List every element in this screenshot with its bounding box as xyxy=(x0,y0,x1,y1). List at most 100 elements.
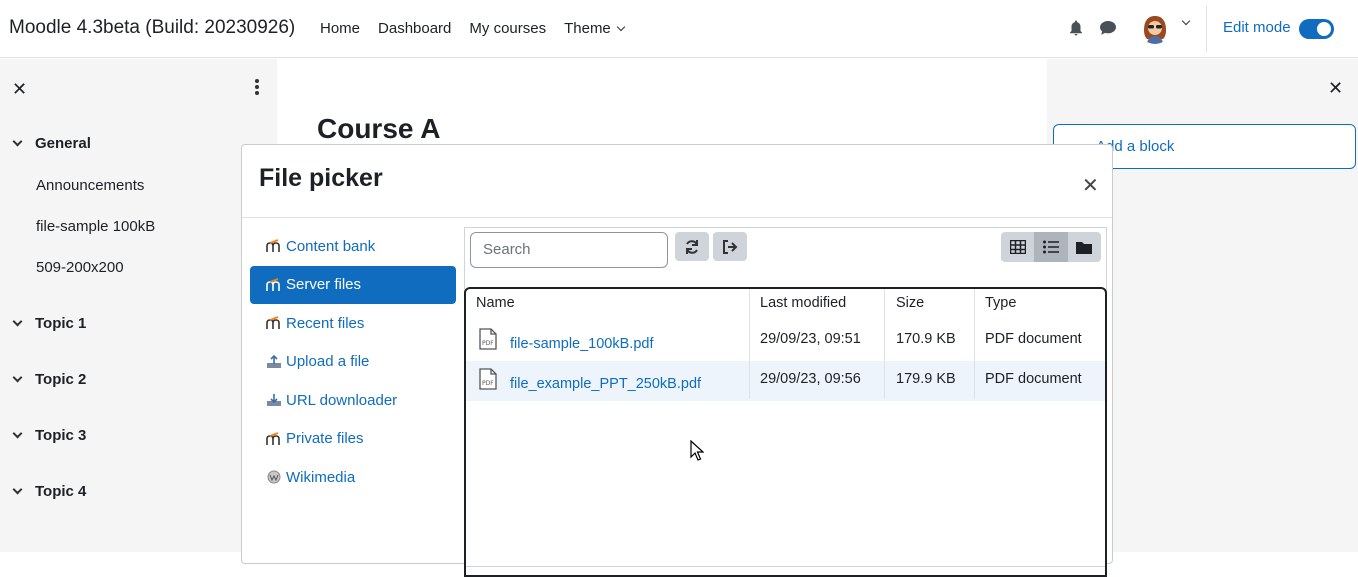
repo-label: URL downloader xyxy=(286,391,398,409)
column-header-type[interactable]: Type xyxy=(985,295,1016,311)
top-navbar: Moodle 4.3beta (Build: 20230926) Home Da… xyxy=(0,0,1358,58)
folder-icon xyxy=(1076,242,1093,254)
repo-label: Private files xyxy=(286,430,364,448)
section-topic-1[interactable]: Topic 1 xyxy=(12,315,86,332)
close-icon[interactable]: ✕ xyxy=(1082,173,1099,198)
repo-private-files[interactable]: Private files xyxy=(250,420,456,459)
table-row[interactable]: PDF file_example_PPT_250kB.pdf 29/09/23,… xyxy=(466,361,1105,401)
chevron-down-icon[interactable] xyxy=(12,372,23,383)
user-avatar[interactable] xyxy=(1139,12,1171,44)
section-general[interactable]: General xyxy=(12,135,91,152)
chevron-down-icon xyxy=(616,22,626,31)
course-index-drawer: ✕ General Announcements file-sample 100k… xyxy=(0,59,277,552)
repo-server-files[interactable]: Server files xyxy=(250,265,456,304)
file-name-link[interactable]: file_example_PPT_250kB.pdf xyxy=(510,376,701,392)
repo-label: Content bank xyxy=(286,237,376,255)
section-topic-2[interactable]: Topic 2 xyxy=(12,371,86,388)
moodle-icon xyxy=(266,239,280,253)
repo-wikimedia[interactable]: Wikimedia xyxy=(250,458,456,497)
activity-509-200x200[interactable]: 509-200x200 xyxy=(36,259,124,276)
upload-icon xyxy=(267,354,281,368)
activity-file-sample[interactable]: file-sample 100kB xyxy=(36,218,155,235)
close-icon[interactable]: ✕ xyxy=(1328,78,1343,99)
repo-content-bank[interactable]: Content bank xyxy=(250,227,456,266)
edit-mode-toggle[interactable] xyxy=(1299,19,1334,39)
bell-icon[interactable] xyxy=(1069,20,1083,36)
chevron-down-icon[interactable] xyxy=(1181,16,1191,26)
pdf-file-icon: PDF xyxy=(479,328,497,350)
column-header-name[interactable]: Name xyxy=(476,295,515,311)
repo-label: Server files xyxy=(286,276,362,294)
modal-title: File picker xyxy=(259,164,383,192)
table-row[interactable]: PDF file-sample_100kB.pdf 29/09/23, 09:5… xyxy=(466,321,1105,361)
file-modified: 29/09/23, 09:56 xyxy=(760,371,861,387)
file-picker-modal: File picker ✕ Content bank Server files … xyxy=(241,144,1113,577)
section-title: Topic 2 xyxy=(35,371,87,388)
repo-label: Wikimedia xyxy=(286,468,356,486)
repo-label: Recent files xyxy=(286,314,365,332)
pdf-file-icon: PDF xyxy=(479,368,497,390)
page-title: Course A xyxy=(317,113,441,144)
navbar-divider xyxy=(1206,6,1207,52)
tree-view-button[interactable] xyxy=(1068,232,1101,262)
section-title: Topic 1 xyxy=(35,315,87,332)
column-divider[interactable] xyxy=(749,289,750,399)
repo-recent-files[interactable]: Recent files xyxy=(250,304,456,343)
chevron-down-icon[interactable] xyxy=(12,136,23,147)
file-type: PDF document xyxy=(985,331,1082,347)
column-header-modified[interactable]: Last modified xyxy=(760,295,846,311)
mouse-cursor-icon xyxy=(690,440,704,461)
refresh-icon xyxy=(686,239,698,254)
file-size: 170.9 KB xyxy=(896,331,956,347)
file-modified: 29/09/23, 09:51 xyxy=(760,331,861,347)
primary-nav: Home Dashboard My courses Theme xyxy=(320,20,642,37)
site-brand[interactable]: Moodle 4.3beta (Build: 20230926) xyxy=(9,17,295,39)
section-title: General xyxy=(35,135,91,152)
column-header-size[interactable]: Size xyxy=(896,295,924,311)
search-input[interactable]: Search xyxy=(470,232,668,268)
icon-view-button[interactable] xyxy=(1001,232,1034,262)
edit-mode-label[interactable]: Edit mode xyxy=(1223,19,1291,36)
file-browser-panel: Search Name Last modified Size Type PDF xyxy=(464,227,1107,577)
divider xyxy=(242,217,1112,218)
nav-theme-label: Theme xyxy=(564,20,611,37)
activity-announcements[interactable]: Announcements xyxy=(36,177,144,194)
list-view-button[interactable] xyxy=(1034,232,1068,262)
section-topic-4[interactable]: Topic 4 xyxy=(12,483,86,500)
grid-icon xyxy=(1009,240,1026,254)
moodle-icon xyxy=(266,431,280,445)
refresh-button[interactable] xyxy=(675,232,709,261)
moodle-icon xyxy=(266,316,280,330)
section-title: Topic 4 xyxy=(35,483,87,500)
repo-url-downloader[interactable]: URL downloader xyxy=(250,381,456,420)
chat-icon[interactable] xyxy=(1099,20,1117,36)
file-type: PDF document xyxy=(985,371,1082,387)
chevron-down-icon[interactable] xyxy=(12,428,23,439)
list-icon xyxy=(1042,240,1059,254)
section-topic-3[interactable]: Topic 3 xyxy=(12,427,86,444)
download-icon xyxy=(267,394,281,407)
section-title: Topic 3 xyxy=(35,427,87,444)
moodle-icon xyxy=(266,277,280,291)
view-switcher xyxy=(1001,232,1101,262)
wikimedia-icon xyxy=(267,470,281,484)
nav-dashboard[interactable]: Dashboard xyxy=(378,20,451,37)
file-name-link[interactable]: file-sample_100kB.pdf xyxy=(510,336,653,352)
sign-out-icon xyxy=(723,239,738,254)
column-divider[interactable] xyxy=(884,289,885,399)
nav-my-courses[interactable]: My courses xyxy=(469,20,546,37)
file-size: 179.9 KB xyxy=(896,371,956,387)
kebab-menu-icon[interactable] xyxy=(255,79,259,97)
repo-label: Upload a file xyxy=(286,353,370,371)
nav-theme[interactable]: Theme xyxy=(564,20,626,37)
repository-list: Content bank Server files Recent files U… xyxy=(250,227,456,497)
svg-text:PDF: PDF xyxy=(482,380,494,387)
chevron-down-icon[interactable] xyxy=(12,316,23,327)
close-icon[interactable]: ✕ xyxy=(12,79,27,100)
file-table: Name Last modified Size Type PDF file-sa… xyxy=(464,287,1107,577)
logout-button[interactable] xyxy=(713,232,747,261)
chevron-down-icon[interactable] xyxy=(12,484,23,495)
column-divider[interactable] xyxy=(974,289,975,399)
nav-home[interactable]: Home xyxy=(320,20,360,37)
repo-upload-file[interactable]: Upload a file xyxy=(250,343,456,382)
